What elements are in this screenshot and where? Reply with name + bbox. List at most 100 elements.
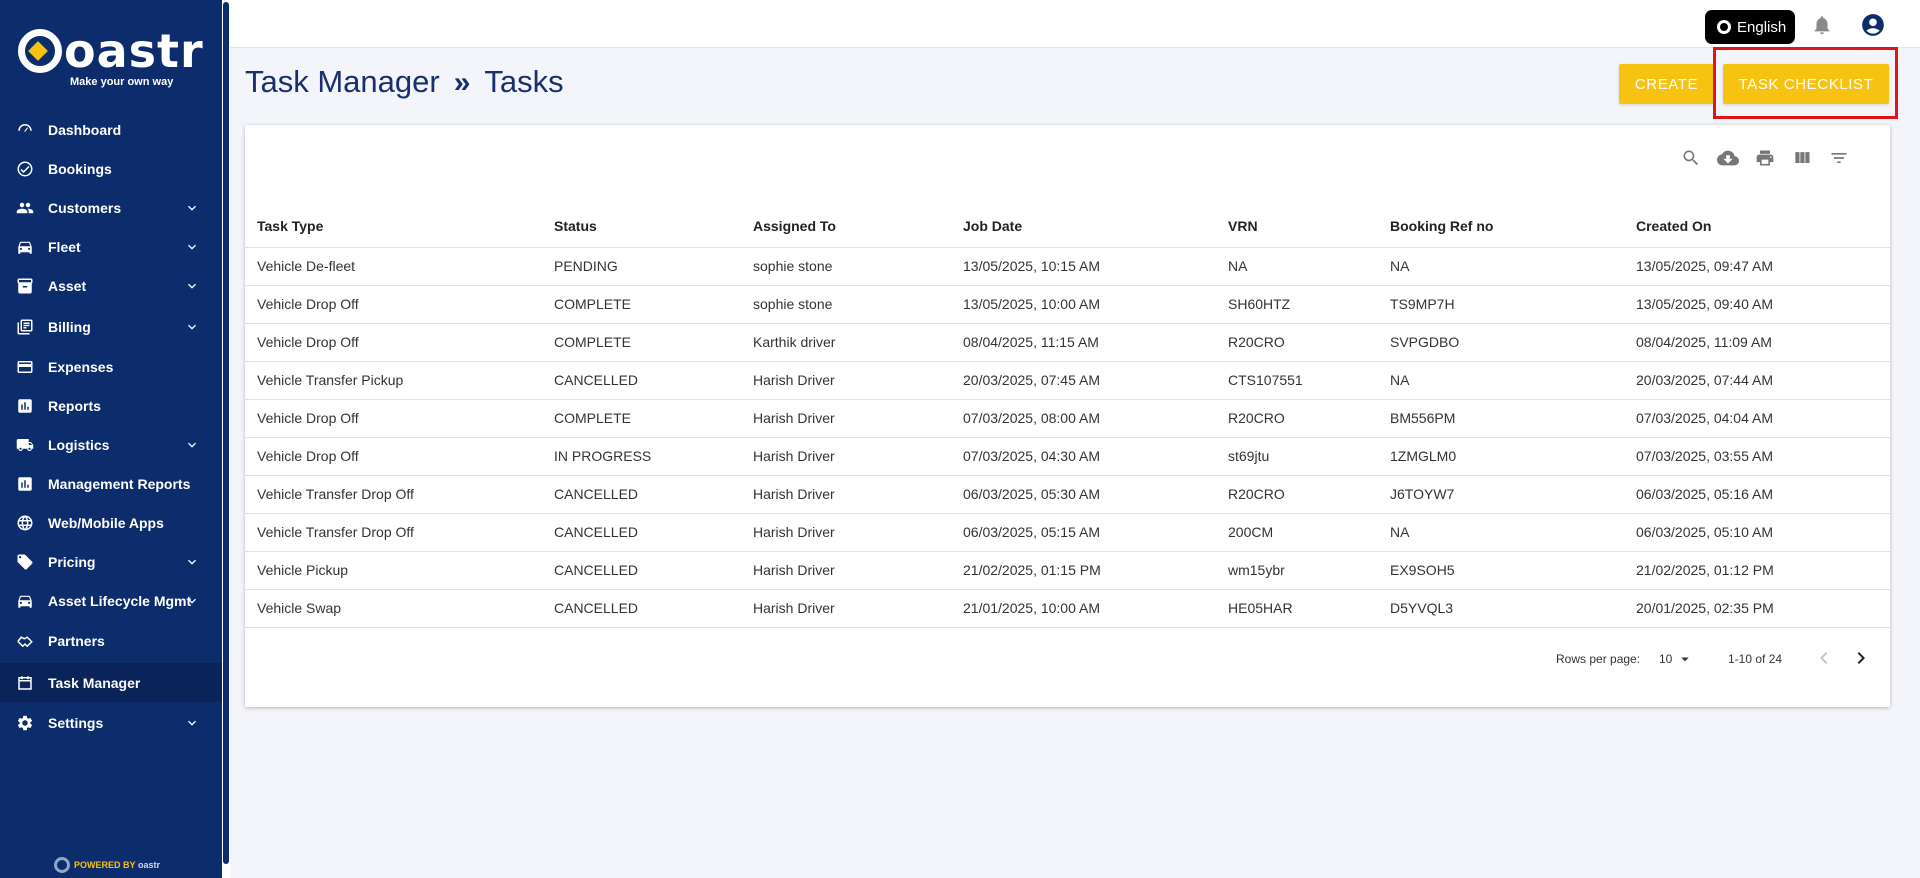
cell-job-date: 06/03/2025, 05:30 AM <box>951 475 1216 514</box>
cell-vrn: R20CRO <box>1216 475 1378 514</box>
logo[interactable]: oastr Make your own way <box>18 24 203 90</box>
filter-button[interactable] <box>1826 145 1852 171</box>
table-row[interactable]: Vehicle Transfer Drop Off CANCELLED Harish… <box>245 475 1890 514</box>
sidebar-item-expenses[interactable]: Expenses <box>0 347 222 386</box>
gauge-icon <box>16 121 34 139</box>
cell-assigned-to: Harish Driver <box>741 475 951 514</box>
sidebar-item-label: Pricing <box>48 553 96 570</box>
cell-assigned-to: Harish Driver <box>741 589 951 628</box>
table-row[interactable]: Vehicle Pickup CANCELLED Harish Driver 21/0… <box>245 551 1890 590</box>
cell-created-on: 13/05/2025, 09:40 AM <box>1624 285 1890 324</box>
sidebar-item-dashboard[interactable]: Dashboard <box>0 110 222 149</box>
rows-per-page-select[interactable]: 10 <box>1659 648 1703 670</box>
chevron-down-icon[interactable] <box>184 239 200 255</box>
cell-created-on: 20/01/2025, 02:35 PM <box>1624 589 1890 628</box>
chevron-down-icon[interactable] <box>184 593 200 609</box>
cell-assigned-to: sophie stone <box>741 285 951 324</box>
breadcrumb-parent[interactable]: Task Manager <box>245 64 440 100</box>
sidebar-scrollbar-thumb[interactable] <box>223 2 229 864</box>
cell-assigned-to: Harish Driver <box>741 399 951 438</box>
sidebar-item-billing[interactable]: Billing <box>0 307 222 346</box>
sidebar-item-partners[interactable]: Partners <box>0 621 222 660</box>
logo-tagline: Make your own way <box>70 76 174 88</box>
create-button[interactable]: CREATE <box>1619 64 1714 104</box>
search-button[interactable] <box>1678 145 1704 171</box>
table-row[interactable]: Vehicle Transfer Drop Off CANCELLED Harish… <box>245 513 1890 552</box>
sidebar-item-management-reports[interactable]: Management Reports <box>0 464 222 503</box>
chevron-down-icon[interactable] <box>184 437 200 453</box>
table-row[interactable]: Vehicle Drop Off IN PROGRESS Harish Driver… <box>245 437 1890 476</box>
sidebar-item-reports[interactable]: Reports <box>0 386 222 425</box>
table-row[interactable]: Vehicle Drop Off COMPLETE Karthik driver 08… <box>245 323 1890 362</box>
next-page-icon[interactable] <box>1849 646 1873 670</box>
sidebar-scrollbar[interactable] <box>222 0 230 878</box>
column-header-booking-ref-no[interactable]: Booking Ref no <box>1378 205 1624 248</box>
sidebar-item-pricing[interactable]: Pricing <box>0 542 222 581</box>
cell-job-date: 08/04/2025, 11:15 AM <box>951 323 1216 362</box>
page-title: Tasks <box>484 64 564 99</box>
sidebar-item-task-manager[interactable]: Task Manager <box>0 663 222 702</box>
cell-status: CANCELLED <box>542 551 741 590</box>
account-icon[interactable] <box>1860 12 1886 38</box>
cell-booking-ref-no: TS9MP7H <box>1378 285 1624 324</box>
cell-task-type: Vehicle Pickup <box>245 551 542 590</box>
cell-status: COMPLETE <box>542 399 741 438</box>
language-toggle-icon <box>1717 20 1731 34</box>
top-bar <box>230 0 1920 48</box>
table-header-row: Task Type Status Assigned To Job Date VRN Boo… <box>245 205 1890 248</box>
sidebar-item-asset-lifecycle-mgmt[interactable]: Asset Lifecycle Mgmt <box>0 581 222 620</box>
view-columns-button[interactable] <box>1789 145 1815 171</box>
notification-bell-icon[interactable] <box>1811 13 1833 37</box>
chevron-down-icon[interactable] <box>184 715 200 731</box>
cell-job-date: 07/03/2025, 08:00 AM <box>951 399 1216 438</box>
download-button[interactable] <box>1715 145 1741 171</box>
search-icon <box>1683 150 1699 166</box>
print-button[interactable] <box>1752 145 1778 171</box>
chevron-down-icon[interactable] <box>184 554 200 570</box>
language-selector[interactable]: English <box>1705 10 1795 44</box>
cell-status: CANCELLED <box>542 361 741 400</box>
sidebar-item-label: Fleet <box>48 238 81 255</box>
truck-icon <box>16 436 34 454</box>
table-row[interactable]: Vehicle Swap CANCELLED Harish Driver 21/01/… <box>245 589 1890 628</box>
column-header-created-on[interactable]: Created On <box>1624 205 1890 248</box>
sidebar-item-logistics[interactable]: Logistics <box>0 425 222 464</box>
pagination: Rows per page: 10 1-10 of 24 <box>245 640 1890 680</box>
table-row[interactable]: Vehicle Drop Off COMPLETE Harish Driver 07/… <box>245 399 1890 438</box>
table-row[interactable]: Vehicle Transfer Pickup CANCELLED Harish D… <box>245 361 1890 400</box>
cell-task-type: Vehicle Drop Off <box>245 399 542 438</box>
cell-created-on: 13/05/2025, 09:47 AM <box>1624 247 1890 286</box>
column-header-assigned-to[interactable]: Assigned To <box>741 205 951 248</box>
sidebar-item-fleet[interactable]: Fleet <box>0 227 222 266</box>
column-header-job-date[interactable]: Job Date <box>951 205 1216 248</box>
previous-page-icon[interactable] <box>1812 646 1836 670</box>
column-header-task-type[interactable]: Task Type <box>245 205 542 248</box>
sidebar-item-label: Management Reports <box>48 475 191 492</box>
column-header-status[interactable]: Status <box>542 205 741 248</box>
rows-per-page-value: 10 <box>1659 652 1673 666</box>
logo-c-icon <box>18 29 62 73</box>
sidebar-item-asset[interactable]: Asset <box>0 266 222 305</box>
table-row[interactable]: Vehicle Drop Off COMPLETE sophie stone 13/0… <box>245 285 1890 324</box>
chevron-down-icon[interactable] <box>184 200 200 216</box>
sidebar-item-label: Asset Lifecycle Mgmt <box>48 592 192 609</box>
sidebar-item-customers[interactable]: Customers <box>0 188 222 227</box>
chevron-down-icon[interactable] <box>184 278 200 294</box>
people-icon <box>16 199 34 217</box>
archive-icon <box>16 277 34 295</box>
cell-vrn: CTS107551 <box>1216 361 1378 400</box>
cell-booking-ref-no: NA <box>1378 247 1624 286</box>
column-header-vrn[interactable]: VRN <box>1216 205 1378 248</box>
sidebar-item-label: Bookings <box>48 160 112 177</box>
breadcrumb-separator: » <box>453 66 471 99</box>
globe-icon <box>16 514 34 532</box>
sidebar-item-web-mobile-apps[interactable]: Web/Mobile Apps <box>0 503 222 542</box>
cell-job-date: 20/03/2025, 07:45 AM <box>951 361 1216 400</box>
sidebar-item-settings[interactable]: Settings <box>0 703 222 742</box>
cell-assigned-to: Harish Driver <box>741 361 951 400</box>
table-row[interactable]: Vehicle De-fleet PENDING sophie stone 13/05… <box>245 247 1890 286</box>
filter-list-icon <box>1831 153 1847 163</box>
chevron-down-icon[interactable] <box>184 319 200 335</box>
logo-wordmark: oastr <box>18 24 204 78</box>
sidebar-item-bookings[interactable]: Bookings <box>0 149 222 188</box>
